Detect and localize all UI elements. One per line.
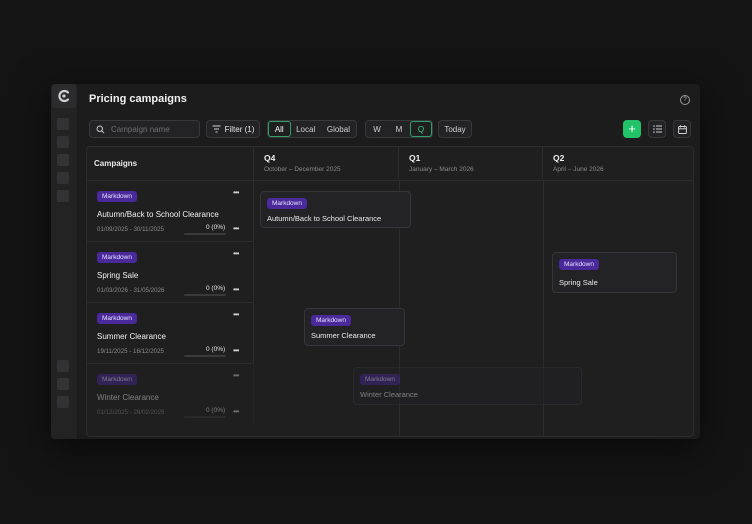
campaign-name: Summer Clearance [97, 332, 166, 341]
more-icon[interactable]: ••• [233, 249, 239, 258]
today-button[interactable]: Today [438, 120, 472, 138]
campaign-type-badge: Markdown [97, 374, 137, 385]
quarter-range: January – March 2026 [409, 166, 474, 173]
rail-nav-button[interactable] [57, 190, 69, 202]
side-rail [51, 84, 77, 439]
more-icon[interactable]: ••• [233, 224, 239, 233]
timeline-block-name: Autumn/Back to School Clearance [267, 214, 382, 223]
quarter-label: Q2 [553, 153, 565, 163]
campaign-row[interactable]: Markdown ••• Summer Clearance 19/11/2025… [87, 303, 254, 364]
filter-button[interactable]: Filter (1) [206, 120, 260, 138]
quarter-header-q1: Q1 January – March 2026 [399, 147, 543, 181]
search-icon [96, 125, 105, 133]
list-view-button[interactable] [648, 120, 666, 138]
search-input[interactable] [89, 120, 200, 138]
page-title: Pricing campaigns [89, 93, 187, 105]
timeline-block[interactable]: Markdown Autumn/Back to School Clearance [260, 191, 411, 228]
campaign-row[interactable]: Markdown ••• Spring Sale 01/03/2026 - 31… [87, 242, 254, 303]
more-icon[interactable]: ••• [233, 188, 239, 197]
campaign-timeline: Campaigns Q4 October – December 2025 Q1 … [86, 146, 694, 437]
calendar-view-button[interactable] [673, 120, 691, 138]
timeline-block[interactable]: Markdown Winter Clearance [353, 367, 582, 405]
scope-segmented-control: All Local Global [267, 120, 357, 138]
campaign-dates: 01/09/2025 - 30/11/2025 [97, 226, 164, 233]
rail-nav-button[interactable] [57, 118, 69, 130]
campaign-progress-bar [184, 233, 226, 235]
campaign-row[interactable]: Markdown ••• Autumn/Back to School Clear… [87, 181, 254, 242]
campaign-progress-text: 0 (0%) [206, 407, 226, 414]
period-segmented-control: W M Q [365, 120, 433, 138]
quarter-range: April – June 2026 [553, 166, 604, 173]
quarter-label: Q4 [264, 153, 276, 163]
filter-label: Filter (1) [224, 124, 255, 134]
rail-nav-button[interactable] [57, 360, 69, 372]
campaign-progress-text: 0 (0%) [206, 224, 226, 231]
plus-icon: + [628, 121, 636, 136]
campaign-search-field[interactable] [109, 123, 199, 135]
app-window: Pricing campaigns ? Filter (1) All Local… [51, 84, 700, 439]
quarter-header-q4: Q4 October – December 2025 [254, 147, 399, 181]
campaign-type-badge: Markdown [97, 252, 137, 263]
campaign-name: Autumn/Back to School Clearance [97, 210, 219, 219]
period-option-week[interactable]: W [366, 121, 388, 137]
campaigns-column-header: Campaigns [87, 147, 254, 181]
campaign-name: Winter Clearance [97, 393, 159, 402]
campaign-progress-text: 0 (0%) [206, 346, 226, 353]
add-campaign-button[interactable]: + [623, 120, 641, 138]
rail-nav-button[interactable] [57, 136, 69, 148]
campaign-dates: 01/12/2025 - 28/02/2026 [97, 409, 165, 416]
more-icon[interactable]: ••• [233, 310, 239, 319]
campaign-name: Spring Sale [97, 271, 139, 280]
campaign-row[interactable]: Markdown ••• Winter Clearance 01/12/2025… [87, 364, 254, 425]
more-icon[interactable]: ••• [233, 346, 239, 355]
campaign-type-badge: Markdown [97, 191, 137, 202]
scope-option-all[interactable]: All [268, 121, 291, 137]
more-icon[interactable]: ••• [233, 371, 239, 380]
more-icon[interactable]: ••• [233, 285, 239, 294]
timeline-block-name: Summer Clearance [311, 331, 376, 340]
campaign-dates: 01/03/2026 - 31/05/2026 [97, 287, 165, 294]
timeline-block-name: Spring Sale [559, 278, 598, 287]
campaign-type-badge: Markdown [360, 374, 400, 385]
list-view-icon [652, 125, 662, 133]
filter-icon [212, 125, 221, 133]
campaign-progress-bar [184, 416, 226, 418]
campaign-progress-bar [184, 294, 226, 296]
campaign-type-badge: Markdown [559, 259, 599, 270]
period-option-month[interactable]: M [388, 121, 410, 137]
rail-nav-button[interactable] [57, 172, 69, 184]
campaign-type-badge: Markdown [267, 198, 307, 209]
campaign-dates: 19/11/2025 - 16/12/2025 [97, 348, 164, 355]
help-icon[interactable]: ? [680, 95, 690, 105]
rail-nav-button[interactable] [57, 378, 69, 390]
more-icon[interactable]: ••• [233, 407, 239, 416]
campaign-progress-bar [184, 355, 226, 357]
timeline-block[interactable]: Markdown Spring Sale [552, 252, 677, 293]
quarter-label: Q1 [409, 153, 421, 163]
scope-option-local[interactable]: Local [291, 121, 321, 137]
scope-option-global[interactable]: Global [321, 121, 356, 137]
calendar-icon [677, 124, 687, 134]
logo-icon[interactable] [52, 84, 76, 108]
period-option-quarter[interactable]: Q [410, 121, 432, 137]
quarter-header-q2: Q2 April – June 2026 [543, 147, 693, 181]
rail-nav-button[interactable] [57, 154, 69, 166]
rail-nav-button[interactable] [57, 396, 69, 408]
campaign-type-badge: Markdown [311, 315, 351, 326]
quarter-range: October – December 2025 [264, 166, 341, 173]
timeline-block-name: Winter Clearance [360, 390, 418, 399]
campaign-progress-text: 0 (0%) [206, 285, 226, 292]
campaign-type-badge: Markdown [97, 313, 137, 324]
timeline-block[interactable]: Markdown Summer Clearance [304, 308, 405, 346]
